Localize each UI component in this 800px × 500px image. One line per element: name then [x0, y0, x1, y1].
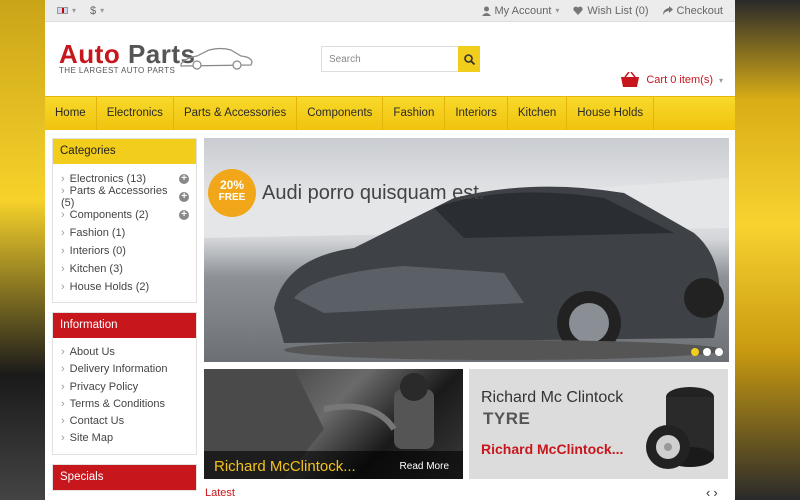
category-label: Parts & Accessories (5) [61, 185, 179, 209]
slider-dot-3[interactable] [715, 348, 723, 356]
car-outline-icon [180, 47, 253, 70]
cart-label: Cart 0 item(s) [646, 74, 713, 86]
chevron-down-icon: ▾ [555, 6, 560, 15]
nav-electronics[interactable]: Electronics [97, 97, 174, 130]
nav-home[interactable]: Home [45, 97, 97, 130]
slide-caption: Audi porro quisquam est. [262, 182, 485, 204]
category-item-parts-accessories[interactable]: Parts & Accessories (5)+ [61, 185, 196, 209]
page: ▾ $ ▾ My Account ▾ Wish List (0) Checkou… [45, 0, 735, 500]
logo-title: Auto Parts [59, 40, 195, 68]
info-link-about-us[interactable]: About Us [61, 344, 196, 361]
nav-fashion[interactable]: Fashion [383, 97, 446, 130]
badge-free: FREE [218, 192, 246, 203]
category-item-fashion[interactable]: Fashion (1) [61, 224, 196, 242]
information-title: Information [53, 313, 196, 338]
category-item-kitchen[interactable]: Kitchen (3) [61, 260, 196, 278]
top-bar: ▾ $ ▾ My Account ▾ Wish List (0) Checkou… [45, 0, 735, 22]
category-item-interiors[interactable]: Interiors (0) [61, 242, 196, 260]
category-item-house-holds[interactable]: House Holds (2) [61, 278, 196, 296]
badge-percent: 20% [219, 178, 245, 192]
promo-banner-tyre[interactable]: Richard Mc Clintock TYRE Richard McClint… [469, 369, 728, 479]
user-icon [481, 6, 491, 16]
nav-interiors[interactable]: Interiors [445, 97, 508, 130]
sidebar: Categories Electronics (13) + Parts & Acc… [52, 138, 197, 500]
shopping-basket-icon [621, 72, 640, 87]
banner2-line2: TYRE [483, 409, 531, 428]
specials-title: Specials [53, 464, 196, 490]
hero-car-image [204, 178, 729, 360]
wishlist-label: Wish List (0) [587, 4, 649, 17]
search-input[interactable] [321, 46, 458, 72]
my-account-link[interactable]: My Account ▾ [481, 4, 560, 17]
discount-badge: 20% FREE [208, 169, 256, 217]
category-label: House Holds (2) [61, 281, 149, 293]
expand-plus-icon[interactable]: + [179, 174, 189, 184]
category-label: Kitchen (3) [61, 263, 123, 275]
logo-title-red: Auto [59, 39, 121, 69]
nav-components[interactable]: Components [297, 97, 384, 130]
share-arrow-icon [662, 6, 673, 15]
search-icon [463, 53, 475, 65]
categories-title: Categories [53, 139, 196, 164]
banner2-line3: Richard McClintock... [481, 441, 624, 457]
uk-flag-icon [57, 7, 68, 14]
chevron-down-icon: ▾ [72, 6, 77, 15]
category-label: Components (2) [61, 209, 149, 221]
checkout-label: Checkout [676, 4, 723, 17]
category-label: Interiors (0) [61, 245, 126, 257]
logo-tagline: THE LARGEST AUTO PARTS [59, 66, 176, 75]
chevron-down-icon: ▾ [718, 75, 723, 85]
tyre-stack-image [646, 387, 714, 469]
nav-house-holds[interactable]: House Holds [567, 97, 655, 130]
currency-selector[interactable]: $ ▾ [90, 5, 104, 17]
read-more-link[interactable]: Read More [400, 461, 449, 472]
banner1-title: Richard McClintock... [214, 458, 356, 475]
checkout-link[interactable]: Checkout [662, 4, 723, 17]
search-bar [321, 46, 480, 72]
main-nav: Home Electronics Parts & Accessories Com… [45, 96, 735, 130]
chevron-left-icon[interactable]: ‹ [706, 485, 710, 500]
slider-dots [691, 348, 723, 356]
slider-dot-2[interactable] [703, 348, 711, 356]
nav-parts-accessories[interactable]: Parts & Accessories [174, 97, 298, 130]
info-link-privacy[interactable]: Privacy Policy [61, 379, 196, 396]
banner2-line1: Richard Mc Clintock [481, 389, 624, 406]
promo-banner-interior[interactable]: Richard McClintock... Read More [204, 369, 463, 479]
nav-kitchen[interactable]: Kitchen [508, 97, 568, 130]
logo[interactable]: Auto Parts THE LARGEST AUTO PARTS [59, 40, 253, 75]
slider-dot-1[interactable] [691, 348, 699, 356]
wishlist-link[interactable]: Wish List (0) [573, 4, 649, 17]
background-right [735, 0, 800, 500]
info-link-delivery[interactable]: Delivery Information [61, 361, 196, 378]
info-link-contact[interactable]: Contact Us [61, 413, 196, 430]
language-selector[interactable]: ▾ [57, 6, 76, 15]
cart-button[interactable]: Cart 0 item(s) ▾ [620, 72, 723, 88]
specials-box: Specials [52, 463, 197, 491]
my-account-label: My Account [494, 4, 552, 17]
latest-heading: Latest [205, 487, 235, 499]
background-left [0, 0, 45, 500]
chevron-right-icon[interactable]: › [713, 485, 717, 500]
info-link-sitemap[interactable]: Site Map [61, 430, 196, 447]
carousel-arrows: ‹ › [706, 485, 718, 500]
categories-box: Categories Electronics (13) + Parts & Acc… [52, 138, 197, 303]
header: Auto Parts THE LARGEST AUTO PARTS Cart 0… [45, 22, 735, 96]
search-button[interactable] [458, 46, 480, 72]
currency-label: $ [90, 4, 97, 17]
hero-slider[interactable]: 20% FREE Audi porro quisquam est. [204, 138, 729, 362]
heart-icon [573, 6, 584, 15]
category-label: Electronics (13) [61, 173, 146, 185]
expand-plus-icon[interactable]: + [179, 210, 189, 220]
chevron-down-icon: ▾ [100, 6, 105, 15]
category-label: Fashion (1) [61, 227, 126, 239]
expand-plus-icon[interactable]: + [179, 192, 189, 202]
information-box: Information About Us Delivery Informatio… [52, 312, 197, 455]
info-link-terms[interactable]: Terms & Conditions [61, 396, 196, 413]
